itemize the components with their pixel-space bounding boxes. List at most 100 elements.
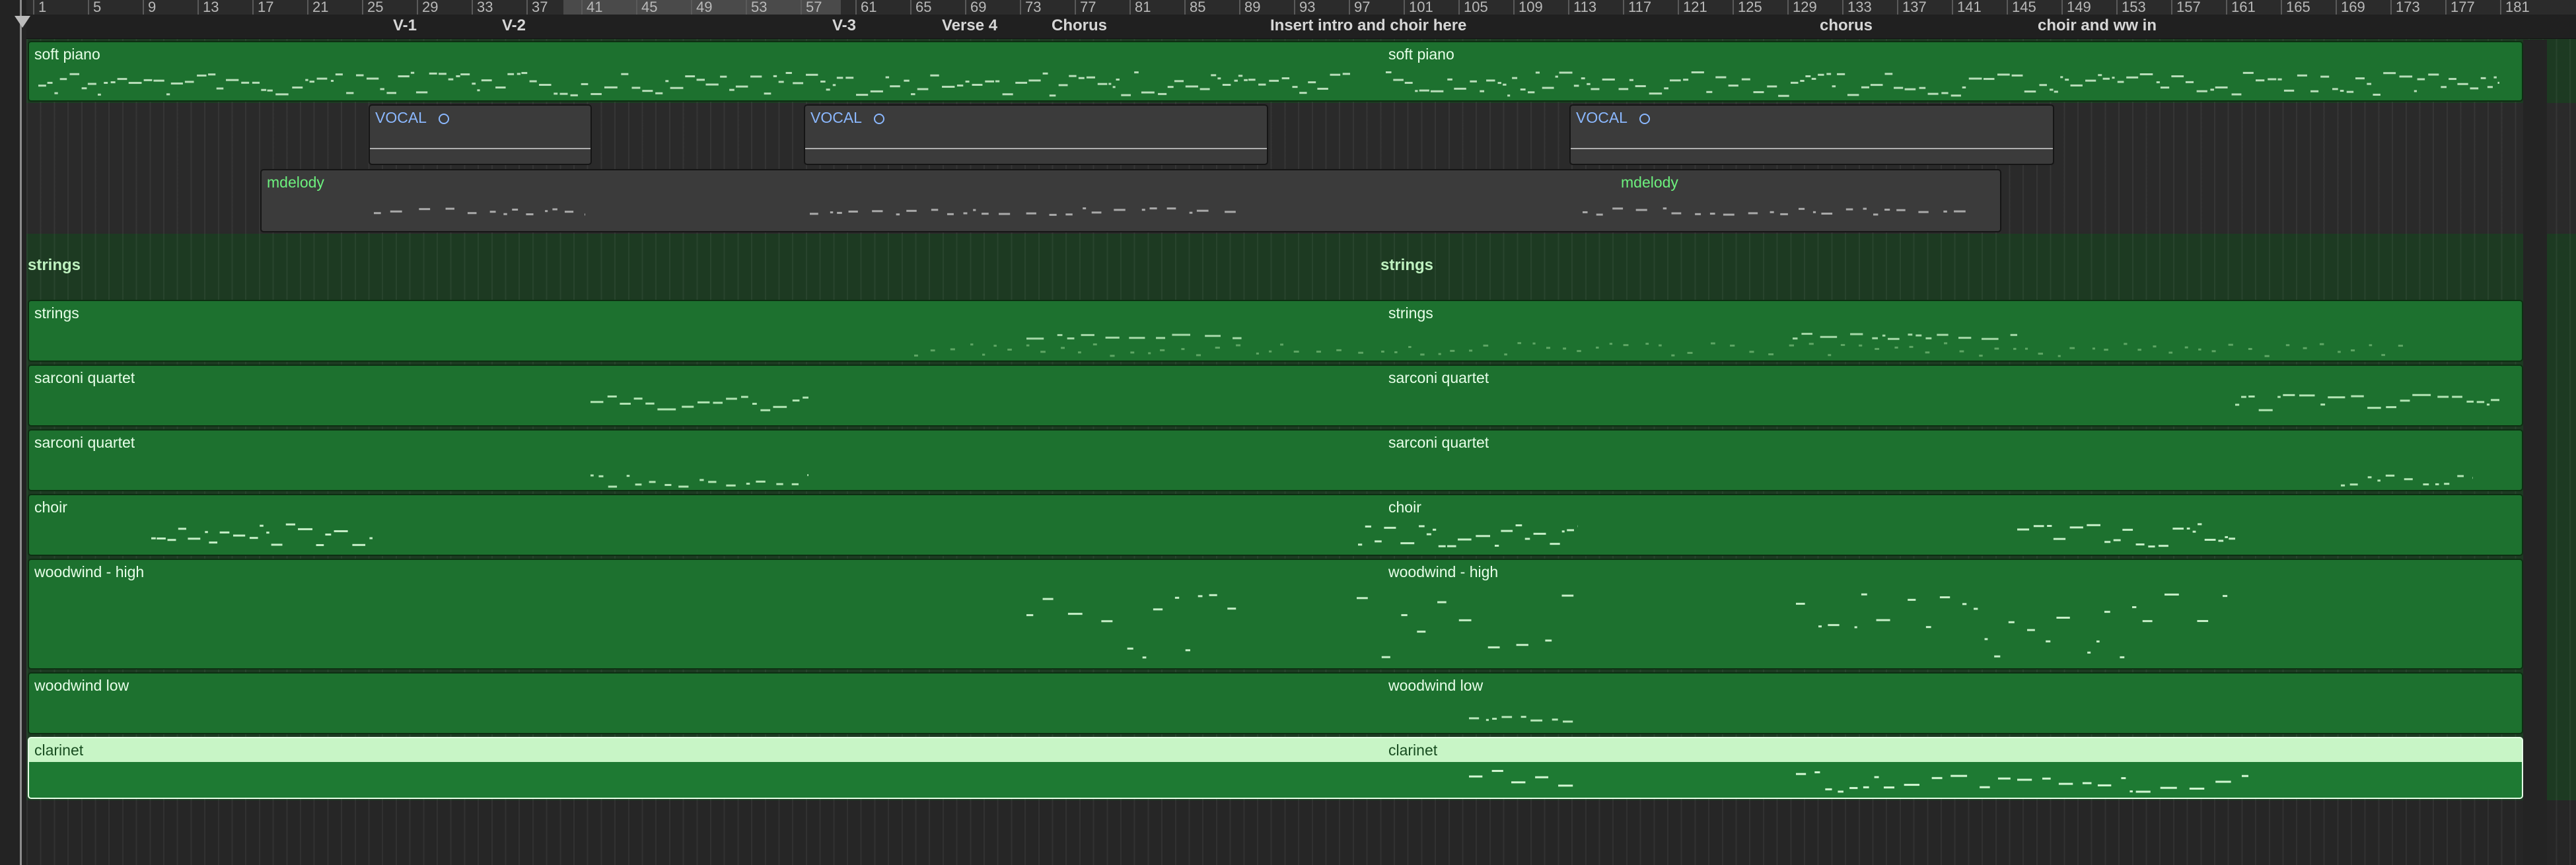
loop-icon bbox=[873, 113, 884, 124]
ruler-tick bbox=[88, 0, 89, 15]
ruler-tick bbox=[1184, 0, 1186, 15]
ruler-tick bbox=[307, 0, 308, 15]
marker-chorus-2[interactable]: chorus bbox=[1820, 17, 1873, 35]
region-vocal-2[interactable]: VOCAL bbox=[804, 104, 1268, 165]
ruler-tick bbox=[2390, 0, 2392, 15]
folder-label: strings bbox=[1380, 256, 1434, 274]
ruler-bar-number: 25 bbox=[367, 0, 384, 15]
ruler-bar-number: 89 bbox=[1244, 0, 1261, 15]
region-soft-piano[interactable]: soft piano soft piano bbox=[28, 41, 2523, 102]
folder-label: strings bbox=[28, 256, 81, 274]
marker-v-2[interactable]: V-2 bbox=[502, 17, 526, 35]
ruler-bar-number: 141 bbox=[1957, 0, 1982, 15]
empty-track-area[interactable] bbox=[26, 800, 2576, 865]
ruler-bar-number: 17 bbox=[258, 0, 274, 15]
ruler-tick bbox=[197, 0, 199, 15]
region-mdelody[interactable]: mdelody mdelody bbox=[260, 169, 2001, 232]
ruler-tick bbox=[1129, 0, 1131, 15]
ruler-tick bbox=[1842, 0, 1843, 15]
marker-choir-and-ww[interactable]: choir and ww in bbox=[2038, 17, 2157, 35]
midi-notes bbox=[914, 333, 2403, 357]
vertical-scrollbar[interactable] bbox=[2523, 40, 2547, 865]
ruler-tick bbox=[2007, 0, 2008, 15]
region-sarconi-quartet-2[interactable]: sarconi quartet sarconi quartet bbox=[28, 429, 2523, 491]
ruler-bar-number: 173 bbox=[2396, 0, 2420, 15]
midi-notes bbox=[151, 523, 2235, 548]
region-sarconi-quartet-1[interactable]: sarconi quartet sarconi quartet bbox=[28, 364, 2523, 427]
ruler-tick bbox=[2171, 0, 2172, 15]
ruler-tick bbox=[855, 0, 857, 15]
ruler-tick bbox=[1733, 0, 1734, 15]
ruler-tick bbox=[33, 0, 34, 15]
ruler-bar-number: 169 bbox=[2341, 0, 2365, 15]
ruler-tick bbox=[526, 0, 528, 15]
region-vocal-3[interactable]: VOCAL bbox=[1569, 104, 2054, 165]
ruler-tick bbox=[1020, 0, 1021, 15]
marker-v-1[interactable]: V-1 bbox=[393, 17, 417, 35]
marker-track[interactable]: V-1 V-2 V-3 Verse 4 Chorus Insert intro … bbox=[26, 15, 2576, 39]
ruler-bar-number: 153 bbox=[2122, 0, 2146, 15]
ruler-bar-number: 129 bbox=[1793, 0, 1817, 15]
region-label: VOCAL bbox=[1576, 109, 1650, 127]
region-woodwind-low[interactable]: woodwind low woodwind low bbox=[28, 672, 2523, 734]
ruler-tick bbox=[2281, 0, 2282, 15]
ruler-bar-number: 97 bbox=[1354, 0, 1371, 15]
ruler-tick bbox=[1239, 0, 1240, 15]
ruler-bar-number: 121 bbox=[1683, 0, 1707, 15]
ruler-bar-number: 181 bbox=[2505, 0, 2530, 15]
ruler-tick bbox=[2061, 0, 2063, 15]
ruler-tick bbox=[1075, 0, 1076, 15]
marker-verse-4[interactable]: Verse 4 bbox=[942, 17, 997, 35]
ruler-tick bbox=[1568, 0, 1569, 15]
loop-icon bbox=[438, 113, 449, 124]
region-strings[interactable]: strings strings bbox=[28, 300, 2523, 362]
ruler-bar-number: 37 bbox=[532, 0, 548, 15]
track-lane-strings-folder[interactable] bbox=[26, 234, 2576, 300]
ruler-bar-number: 29 bbox=[422, 0, 439, 15]
midi-notes bbox=[590, 474, 2473, 488]
ruler-bar-number: 125 bbox=[1738, 0, 1762, 15]
ruler-tick bbox=[1897, 0, 1898, 15]
bar-ruler[interactable]: 1 5 9 13 17 21 25 29 33 37 41 45 49 53 57 61 65 69 73 77 81 8… bbox=[26, 0, 2576, 15]
ruler-bar-number: 81 bbox=[1135, 0, 1151, 15]
ruler-tick bbox=[143, 0, 144, 15]
region-choir[interactable]: choir choir bbox=[28, 494, 2523, 556]
ruler-tick bbox=[801, 0, 802, 15]
ruler-bar-number: 69 bbox=[970, 0, 987, 15]
ruler-bar-number: 65 bbox=[915, 0, 932, 15]
ruler-tick bbox=[1787, 0, 1789, 15]
playhead[interactable] bbox=[20, 0, 22, 865]
ruler-bar-number: 73 bbox=[1025, 0, 1042, 15]
region-vocal-1[interactable]: VOCAL bbox=[369, 104, 592, 165]
ruler-bar-number: 101 bbox=[1409, 0, 1433, 15]
ruler-bar-number: 149 bbox=[2067, 0, 2091, 15]
ruler-bar-number: 165 bbox=[2286, 0, 2310, 15]
midi-notes bbox=[1469, 716, 1573, 723]
region-label: VOCAL bbox=[375, 109, 449, 127]
ruler-tick bbox=[1349, 0, 1350, 15]
marker-v-3[interactable]: V-3 bbox=[832, 17, 856, 35]
ruler-tick bbox=[910, 0, 912, 15]
ruler-bar-number: 177 bbox=[2451, 0, 2475, 15]
ruler-tick bbox=[472, 0, 473, 15]
ruler-bar-number: 161 bbox=[2231, 0, 2256, 15]
region-woodwind-high[interactable]: woodwind - high woodwind - high bbox=[28, 559, 2523, 670]
marker-insert-intro[interactable]: Insert intro and choir here bbox=[1270, 17, 1466, 35]
ruler-bar-number: 13 bbox=[203, 0, 219, 15]
ruler-tick bbox=[417, 0, 418, 15]
ruler-bar-number: 57 bbox=[806, 0, 822, 15]
region-clarinet[interactable]: clarinet clarinet bbox=[28, 737, 2523, 799]
ruler-tick bbox=[636, 0, 637, 15]
ruler-bar-number: 109 bbox=[1519, 0, 1543, 15]
ruler-bar-number: 77 bbox=[1080, 0, 1096, 15]
ruler-bar-number: 145 bbox=[2012, 0, 2036, 15]
ruler-tick bbox=[2445, 0, 2447, 15]
ruler-tick bbox=[2226, 0, 2227, 15]
ruler-tick bbox=[2116, 0, 2118, 15]
ruler-tick bbox=[252, 0, 254, 15]
ruler-tick bbox=[965, 0, 966, 15]
marker-chorus[interactable]: Chorus bbox=[1052, 17, 1107, 35]
midi-notes bbox=[1469, 770, 2248, 793]
ruler-bar-number: 105 bbox=[1464, 0, 1488, 15]
playhead-handle-icon[interactable] bbox=[15, 16, 30, 28]
